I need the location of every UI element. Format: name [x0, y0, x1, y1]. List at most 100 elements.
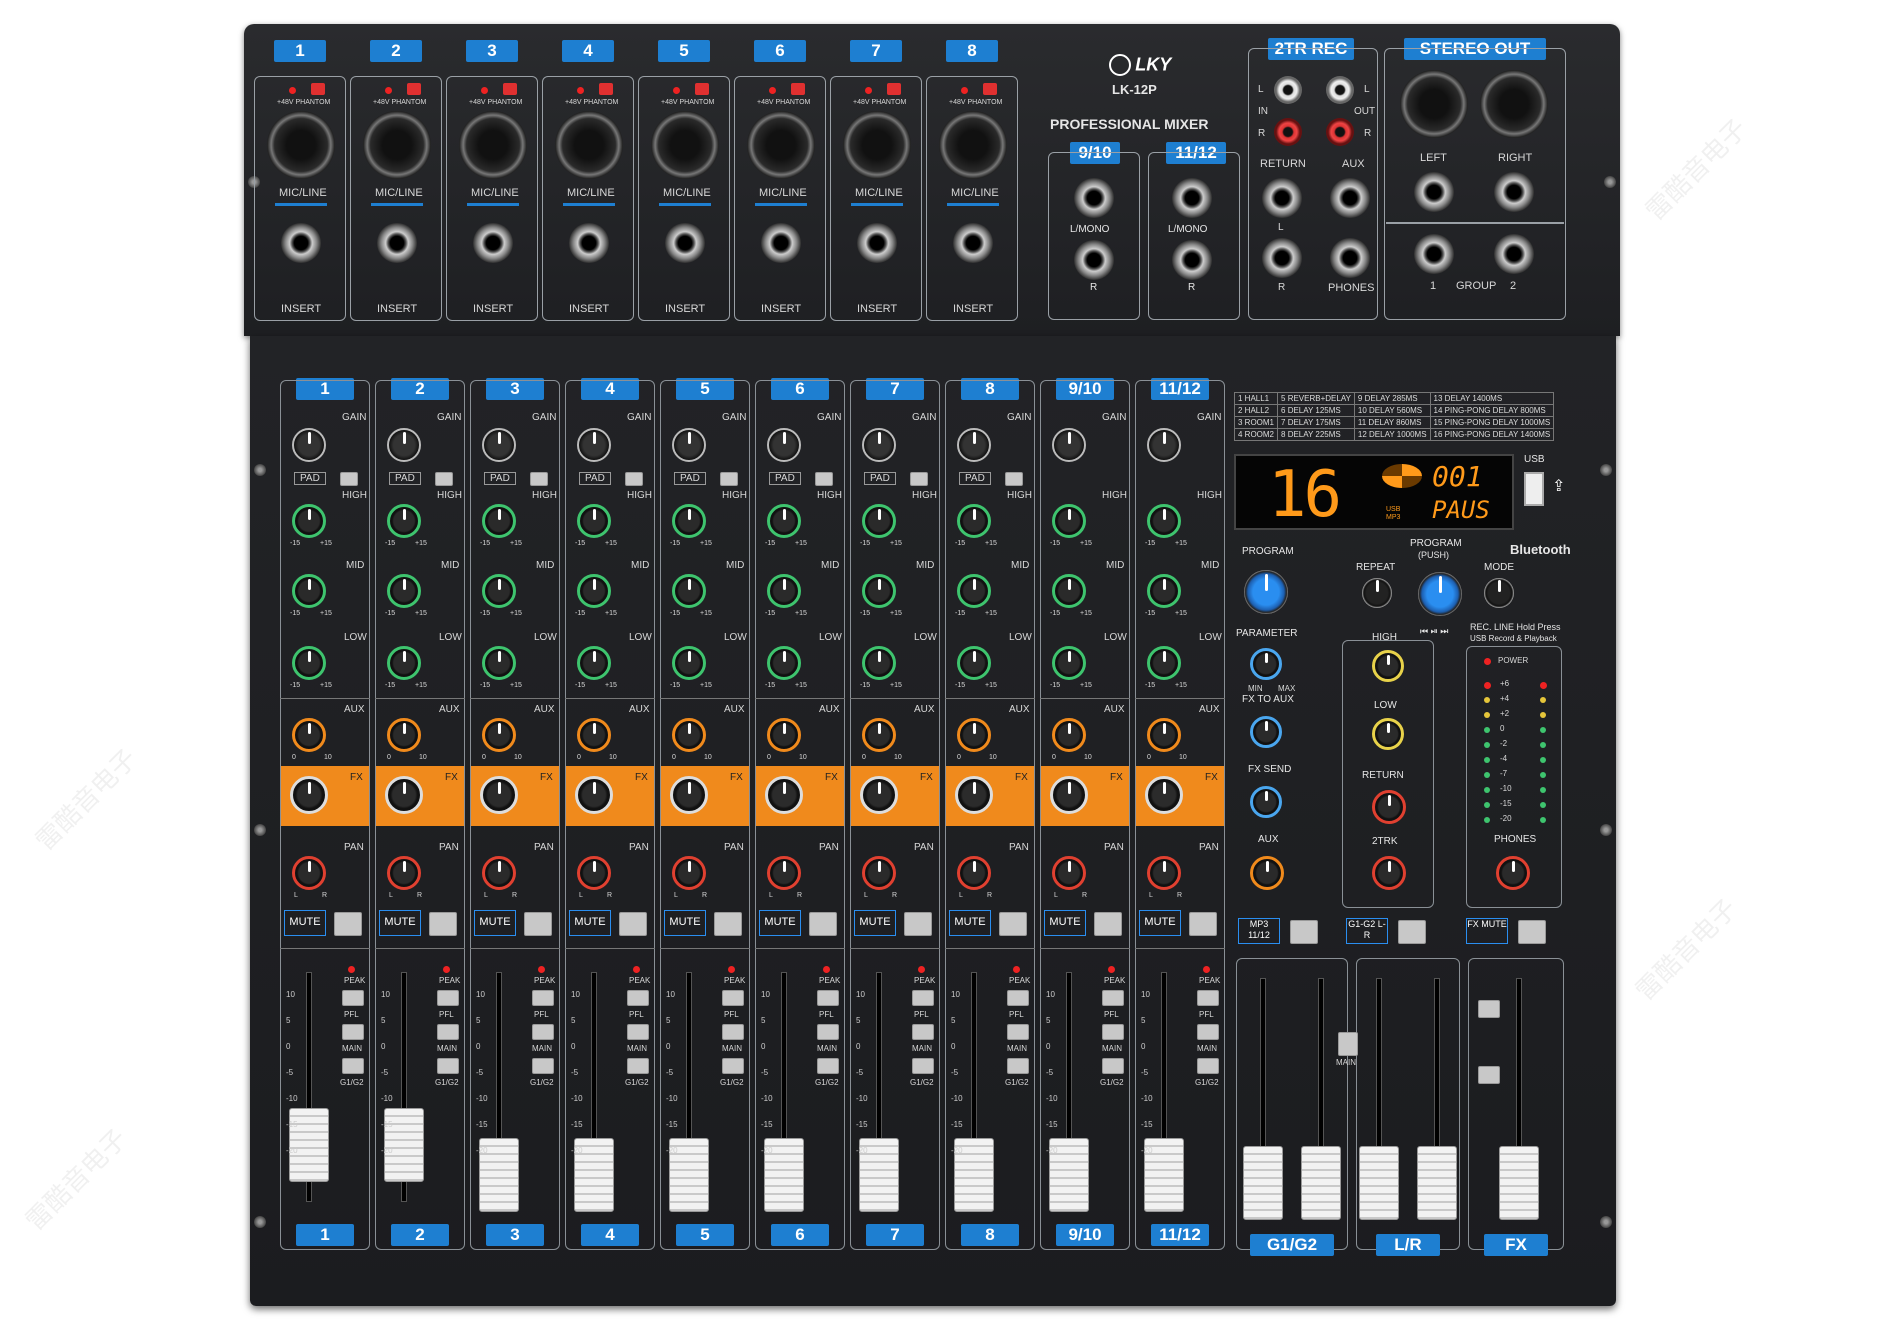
- aux-jack[interactable]: [1330, 178, 1370, 218]
- pad-button[interactable]: [1005, 472, 1023, 486]
- gain-knob[interactable]: [292, 428, 326, 462]
- insert-jack[interactable]: [857, 223, 897, 263]
- high-eq-knob[interactable]: [387, 504, 421, 538]
- mute-button[interactable]: [809, 912, 837, 936]
- pad-button[interactable]: [720, 472, 738, 486]
- mute-button[interactable]: [999, 912, 1027, 936]
- high-eq-knob[interactable]: [292, 504, 326, 538]
- pfl-button[interactable]: [722, 990, 744, 1006]
- mute-label-button[interactable]: MUTE: [664, 910, 706, 936]
- aux-send-knob[interactable]: [482, 718, 516, 752]
- mute-label-button[interactable]: MUTE: [854, 910, 896, 936]
- fx-send-knob[interactable]: [1050, 776, 1088, 814]
- gain-knob[interactable]: [1052, 428, 1086, 462]
- out-jack-left[interactable]: [1414, 172, 1454, 212]
- low-eq-knob[interactable]: [482, 646, 516, 680]
- g1g2-assign-button[interactable]: [817, 1058, 839, 1074]
- pfl-button[interactable]: [817, 990, 839, 1006]
- mute-button[interactable]: [619, 912, 647, 936]
- high-eq-knob[interactable]: [1052, 504, 1086, 538]
- mute-label-button[interactable]: MUTE: [759, 910, 801, 936]
- phantom-power-button[interactable]: [695, 83, 709, 95]
- g1g2-assign-button[interactable]: [532, 1058, 554, 1074]
- 2trk-level-knob[interactable]: [1372, 856, 1406, 890]
- return-level-knob[interactable]: [1372, 790, 1406, 824]
- aux-send-knob[interactable]: [1052, 718, 1086, 752]
- g1g2-assign-button[interactable]: [912, 1058, 934, 1074]
- aux-send-knob[interactable]: [957, 718, 991, 752]
- xlr-combo-jack[interactable]: [267, 111, 335, 179]
- insert-jack[interactable]: [281, 223, 321, 263]
- low-eq-knob[interactable]: [292, 646, 326, 680]
- insert-jack[interactable]: [953, 223, 993, 263]
- xlr-combo-jack[interactable]: [843, 111, 911, 179]
- jack-9-10-r[interactable]: [1074, 240, 1114, 280]
- phantom-power-button[interactable]: [791, 83, 805, 95]
- repeat-button[interactable]: [1362, 578, 1392, 608]
- fx-send-knob[interactable]: [765, 776, 803, 814]
- pad-button[interactable]: [815, 472, 833, 486]
- pfl-button[interactable]: [1007, 990, 1029, 1006]
- g1g2-assign-button[interactable]: [1197, 1058, 1219, 1074]
- xlr-out-right[interactable]: [1480, 70, 1548, 138]
- high-eq-knob[interactable]: [577, 504, 611, 538]
- high-eq-knob[interactable]: [957, 504, 991, 538]
- mid-eq-knob[interactable]: [672, 574, 706, 608]
- main-assign-button[interactable]: [532, 1024, 554, 1040]
- mute-button[interactable]: [524, 912, 552, 936]
- mid-eq-knob[interactable]: [292, 574, 326, 608]
- xlr-combo-jack[interactable]: [747, 111, 815, 179]
- high-eq-knob[interactable]: [1147, 504, 1181, 538]
- rca-out-left[interactable]: [1326, 76, 1354, 104]
- xlr-combo-jack[interactable]: [555, 111, 623, 179]
- high-eq-knob[interactable]: [672, 504, 706, 538]
- l-fader[interactable]: [1359, 1146, 1399, 1220]
- pad-button[interactable]: [530, 472, 548, 486]
- fx-send-knob[interactable]: [1145, 776, 1183, 814]
- mute-label-button[interactable]: MUTE: [474, 910, 516, 936]
- parameter-knob[interactable]: [1250, 648, 1282, 680]
- main-assign-button[interactable]: [627, 1024, 649, 1040]
- rca-in-right[interactable]: [1274, 118, 1302, 146]
- mid-eq-knob[interactable]: [957, 574, 991, 608]
- mp3-11-12-button[interactable]: MP3 11/12: [1238, 918, 1280, 944]
- g1-fader[interactable]: [1243, 1146, 1283, 1220]
- pfl-button[interactable]: [912, 990, 934, 1006]
- phantom-power-button[interactable]: [503, 83, 517, 95]
- fx-send-knob[interactable]: [1250, 786, 1282, 818]
- low-eq-knob[interactable]: [1147, 646, 1181, 680]
- pan-knob[interactable]: [577, 856, 611, 890]
- mid-eq-knob[interactable]: [767, 574, 801, 608]
- gain-knob[interactable]: [672, 428, 706, 462]
- low-eq-knob[interactable]: [957, 646, 991, 680]
- pfl-button[interactable]: [342, 990, 364, 1006]
- fx-send-knob[interactable]: [480, 776, 518, 814]
- phantom-power-button[interactable]: [407, 83, 421, 95]
- fx-send-knob[interactable]: [860, 776, 898, 814]
- main-assign-button[interactable]: [342, 1024, 364, 1040]
- high-eq-knob[interactable]: [862, 504, 896, 538]
- gain-knob[interactable]: [862, 428, 896, 462]
- xlr-combo-jack[interactable]: [939, 111, 1007, 179]
- g1g2-assign-button[interactable]: [627, 1058, 649, 1074]
- main-assign-button[interactable]: [912, 1024, 934, 1040]
- fx-main-button[interactable]: [1478, 1066, 1500, 1084]
- pad-button[interactable]: [435, 472, 453, 486]
- low-eq-knob[interactable]: [1052, 646, 1086, 680]
- mid-eq-knob[interactable]: [862, 574, 896, 608]
- pan-knob[interactable]: [862, 856, 896, 890]
- jack-9-10-l[interactable]: [1074, 178, 1114, 218]
- g1g2-assign-button[interactable]: [1398, 920, 1426, 944]
- low-eq-knob[interactable]: [767, 646, 801, 680]
- gain-knob[interactable]: [767, 428, 801, 462]
- pad-button[interactable]: [910, 472, 928, 486]
- fx-mute-toggle[interactable]: [1518, 920, 1546, 944]
- mute-button[interactable]: [714, 912, 742, 936]
- aux-send-knob[interactable]: [387, 718, 421, 752]
- main-assign-button[interactable]: [817, 1024, 839, 1040]
- phantom-power-button[interactable]: [311, 83, 325, 95]
- player-program-knob[interactable]: [1418, 572, 1462, 616]
- g1g2-main-button[interactable]: [1338, 1032, 1358, 1056]
- g1g2-assign-button[interactable]: [1007, 1058, 1029, 1074]
- aux-master-knob[interactable]: [1250, 856, 1284, 890]
